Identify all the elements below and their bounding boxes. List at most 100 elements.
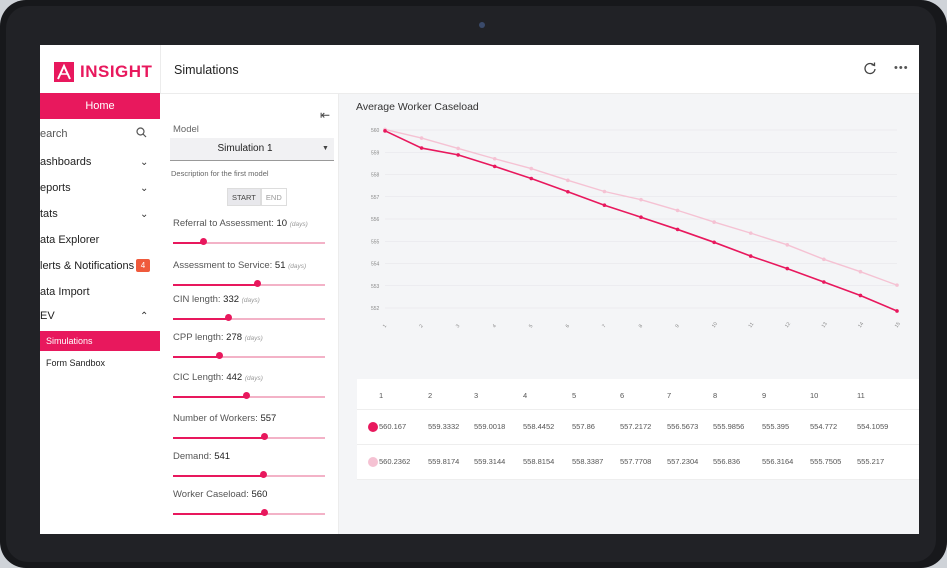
slider-thumb[interactable] xyxy=(224,314,232,321)
slider-thumb[interactable] xyxy=(261,433,269,440)
series-point-1[interactable] xyxy=(456,146,460,151)
sidebar-item-dashboards[interactable]: ashboards ⌄ xyxy=(40,152,160,174)
series-point-1[interactable] xyxy=(895,283,899,287)
series-point-1[interactable] xyxy=(748,231,753,235)
param-slider[interactable] xyxy=(173,314,325,324)
x-tick-label: 9 xyxy=(674,323,681,329)
series-point-0[interactable] xyxy=(602,203,607,208)
series-point-1[interactable] xyxy=(822,257,826,262)
param-4: CIC Length: 442 (days) xyxy=(173,372,338,399)
refresh-icon[interactable] xyxy=(863,61,877,75)
y-tick-label: 560 xyxy=(371,128,380,134)
collapse-panel-icon[interactable]: ⇤ xyxy=(320,108,330,122)
toggle-end-button[interactable]: END xyxy=(260,188,287,206)
table-row[interactable]: 560.2362 559.8174 559.3144 558.8154 558.3387… xyxy=(357,445,919,480)
param-label: Referral to Assessment: 10 (days) xyxy=(173,218,338,229)
series-point-1[interactable] xyxy=(529,166,534,171)
logo-icon xyxy=(54,62,74,82)
param-label: CIC Length: 442 (days) xyxy=(173,372,338,383)
model-select[interactable]: Simulation 1 ▼ xyxy=(170,138,334,161)
sidebar-item-data-explorer[interactable]: ata Explorer xyxy=(40,230,160,252)
series-point-0[interactable] xyxy=(419,146,424,150)
param-label-text: Worker Caseload: xyxy=(173,489,249,500)
series-point-0[interactable] xyxy=(529,176,534,181)
column-header: 6 xyxy=(620,391,625,400)
x-tick-label: 10 xyxy=(711,321,719,329)
table-cell: 554.772 xyxy=(810,422,838,431)
sidebar-subitem-form-sandbox[interactable]: Form Sandbox xyxy=(40,355,160,373)
sidebar-item-reports[interactable]: eports ⌄ xyxy=(40,178,160,200)
search-input[interactable]: earch xyxy=(40,124,160,146)
table-cell: 560.2362 xyxy=(379,457,411,466)
slider-thumb[interactable] xyxy=(200,238,208,245)
param-value: 442 xyxy=(226,372,243,383)
more-options-icon[interactable]: ••• xyxy=(894,62,909,74)
series-point-1[interactable] xyxy=(675,208,680,213)
series-point-1[interactable] xyxy=(419,136,424,140)
slider-thumb[interactable] xyxy=(259,471,267,478)
column-header: 7 xyxy=(667,391,672,400)
table-cell: 556.3164 xyxy=(762,457,794,466)
app-logo[interactable]: INSIGHT xyxy=(54,61,152,83)
param-slider[interactable] xyxy=(173,352,325,362)
param-label: Demand: 541 xyxy=(173,451,338,462)
param-1: Assessment to Service: 51 (days) xyxy=(173,260,338,287)
nav-home-button[interactable]: Home xyxy=(40,93,160,119)
slider-thumb[interactable] xyxy=(215,352,223,359)
x-tick-label: 7 xyxy=(601,323,608,329)
sidebar-item-dev[interactable]: EV ⌃ xyxy=(40,306,160,328)
series-point-1[interactable] xyxy=(602,189,607,194)
series-point-1[interactable] xyxy=(858,269,863,274)
table-cell: 559.3144 xyxy=(474,457,506,466)
series-point-0[interactable] xyxy=(785,266,790,271)
series-point-0[interactable] xyxy=(639,215,643,220)
series-point-1[interactable] xyxy=(639,197,643,202)
line-chart: 5605595585575565555545535521 2 3 4 5 6 7 8 9 10 11… xyxy=(371,127,902,329)
series-point-0[interactable] xyxy=(566,189,570,194)
series-point-0[interactable] xyxy=(748,254,753,258)
slider-fill xyxy=(173,284,257,286)
slider-thumb[interactable] xyxy=(261,509,269,516)
toggle-start-button[interactable]: START xyxy=(227,188,261,206)
param-slider[interactable] xyxy=(173,471,325,481)
param-label: Assessment to Service: 51 (days) xyxy=(173,260,338,271)
column-header: 1 xyxy=(379,391,384,400)
sidebar-subitem-simulations[interactable]: Simulations xyxy=(40,331,160,351)
series-point-0[interactable] xyxy=(383,129,387,133)
series-point-0[interactable] xyxy=(858,293,863,298)
param-7: Worker Caseload: 560 xyxy=(173,489,338,516)
sidebar-item-alerts[interactable]: lerts & Notifications 4 xyxy=(40,256,160,278)
param-slider[interactable] xyxy=(173,280,325,290)
table-cell: 555.7505 xyxy=(810,457,842,466)
param-unit: (days) xyxy=(288,263,307,270)
series-point-0[interactable] xyxy=(675,227,680,232)
sidebar-item-stats[interactable]: tats ⌄ xyxy=(40,204,160,226)
series-point-0[interactable] xyxy=(456,153,460,157)
series-point-0[interactable] xyxy=(492,164,497,169)
param-slider[interactable] xyxy=(173,392,325,402)
x-tick-label: 2 xyxy=(418,323,425,329)
table-cell: 557.86 xyxy=(572,422,595,431)
series-point-0[interactable] xyxy=(712,240,716,245)
param-slider[interactable] xyxy=(173,509,325,519)
param-slider[interactable] xyxy=(173,433,325,443)
series-point-1[interactable] xyxy=(712,220,716,224)
series-point-1[interactable] xyxy=(492,156,497,161)
param-slider[interactable] xyxy=(173,238,325,248)
series-point-1[interactable] xyxy=(785,243,790,247)
param-value: 557 xyxy=(260,413,277,424)
logo-text: INSIGHT xyxy=(80,62,153,81)
param-0: Referral to Assessment: 10 (days) xyxy=(173,218,338,245)
series-color-dot xyxy=(368,422,378,432)
slider-thumb[interactable] xyxy=(253,280,261,287)
sidebar-item-data-import[interactable]: ata Import xyxy=(40,282,160,304)
chevron-down-icon: ⌄ xyxy=(140,183,149,194)
series-point-0[interactable] xyxy=(822,280,826,284)
series-point-0[interactable] xyxy=(895,309,899,313)
slider-thumb[interactable] xyxy=(242,392,250,399)
table-row[interactable]: 560.167 559.3332 559.0018 558.4452 557.86 557… xyxy=(357,410,919,445)
table-cell: 555.217 xyxy=(857,457,885,466)
series-point-1[interactable] xyxy=(566,178,570,183)
table-cell: 559.0018 xyxy=(474,422,506,431)
param-3: CPP length: 278 (days) xyxy=(173,332,338,359)
